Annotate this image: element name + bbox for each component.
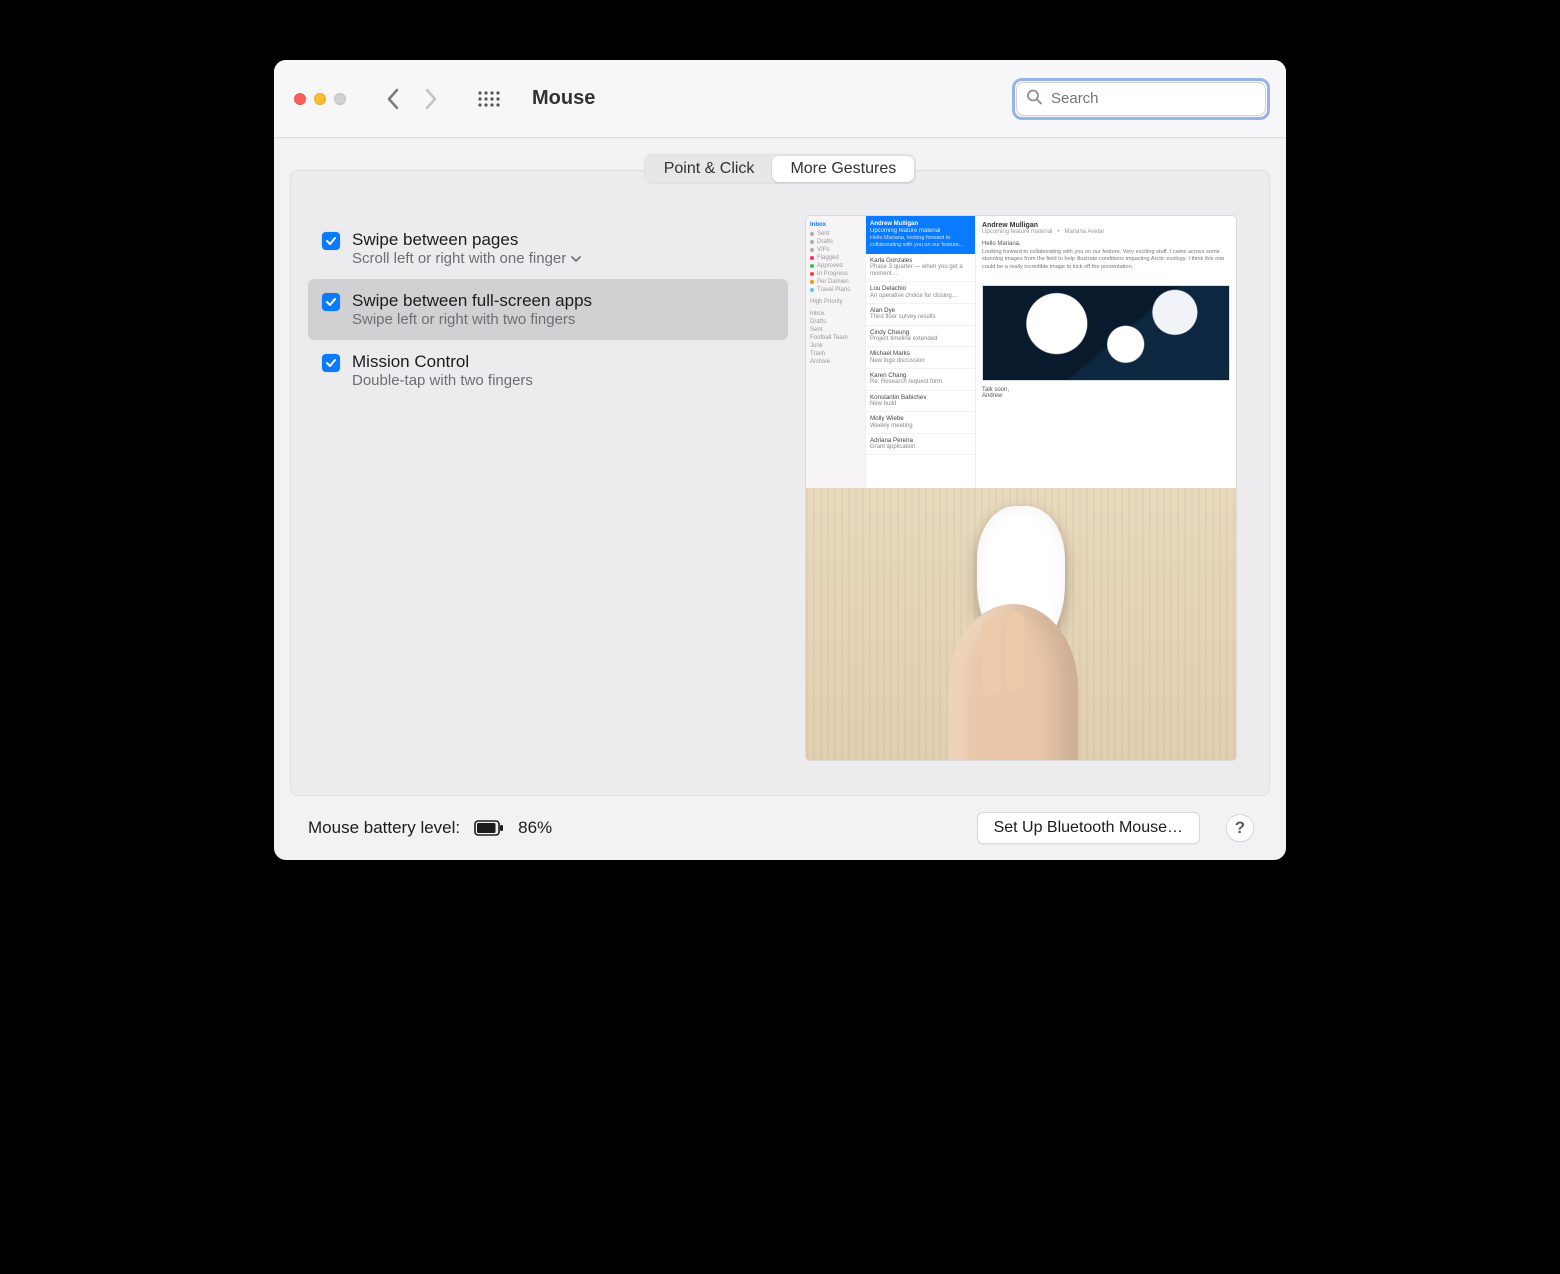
- option-mission-control[interactable]: Mission Control Double-tap with two fing…: [308, 340, 788, 401]
- preferences-window: Mouse Point & Click More Gestures: [274, 60, 1286, 860]
- window-title: Mouse: [532, 87, 595, 110]
- preview-hand: [948, 604, 1078, 760]
- search-input[interactable]: [1016, 82, 1266, 116]
- window-toolbar: Mouse: [274, 60, 1286, 138]
- chevron-down-icon: [570, 253, 582, 265]
- preview-desk: [806, 488, 1236, 760]
- setup-bluetooth-mouse-button[interactable]: Set Up Bluetooth Mouse…: [977, 812, 1200, 844]
- checkbox-swipe-fullscreen[interactable]: [322, 293, 340, 311]
- gesture-preview: Inbox Sent Drafts VIPs Flagged Approved …: [806, 216, 1236, 760]
- back-button[interactable]: [386, 88, 400, 110]
- search-icon: [1026, 88, 1042, 109]
- gesture-options-list: Swipe between pages Scroll left or right…: [308, 218, 788, 778]
- battery-label: Mouse battery level:: [308, 818, 460, 838]
- minimize-button[interactable]: [314, 93, 326, 105]
- tab-bar: Point & Click More Gestures: [644, 154, 917, 184]
- option-subtitle[interactable]: Scroll left or right with one finger: [352, 250, 582, 267]
- close-button[interactable]: [294, 93, 306, 105]
- checkbox-swipe-pages[interactable]: [322, 232, 340, 250]
- option-subtitle: Double-tap with two fingers: [352, 372, 533, 389]
- content-area: Point & Click More Gestures Swipe betwee…: [274, 138, 1286, 860]
- gestures-panel: Swipe between pages Scroll left or right…: [290, 170, 1270, 796]
- battery-icon: [474, 820, 504, 836]
- option-swipe-pages[interactable]: Swipe between pages Scroll left or right…: [308, 218, 788, 279]
- search-field[interactable]: [1016, 82, 1266, 116]
- nav-buttons: [386, 88, 438, 110]
- option-subtitle: Swipe left or right with two fingers: [352, 311, 592, 328]
- footer: Mouse battery level: 86% Set Up Bluetoot…: [290, 796, 1270, 860]
- window-controls: [294, 93, 346, 105]
- zoom-button[interactable]: [334, 93, 346, 105]
- help-button[interactable]: ?: [1226, 814, 1254, 842]
- option-title: Swipe between pages: [352, 230, 582, 250]
- option-swipe-fullscreen[interactable]: Swipe between full-screen apps Swipe lef…: [308, 279, 788, 340]
- battery-percent: 86%: [518, 818, 552, 838]
- tab-point-click[interactable]: Point & Click: [646, 156, 773, 182]
- option-title: Swipe between full-screen apps: [352, 291, 592, 311]
- option-title: Mission Control: [352, 352, 533, 372]
- tab-more-gestures[interactable]: More Gestures: [772, 156, 914, 182]
- preview-screen: Inbox Sent Drafts VIPs Flagged Approved …: [806, 216, 1236, 488]
- show-all-icon[interactable]: [478, 91, 500, 107]
- forward-button[interactable]: [424, 88, 438, 110]
- checkbox-mission-control[interactable]: [322, 354, 340, 372]
